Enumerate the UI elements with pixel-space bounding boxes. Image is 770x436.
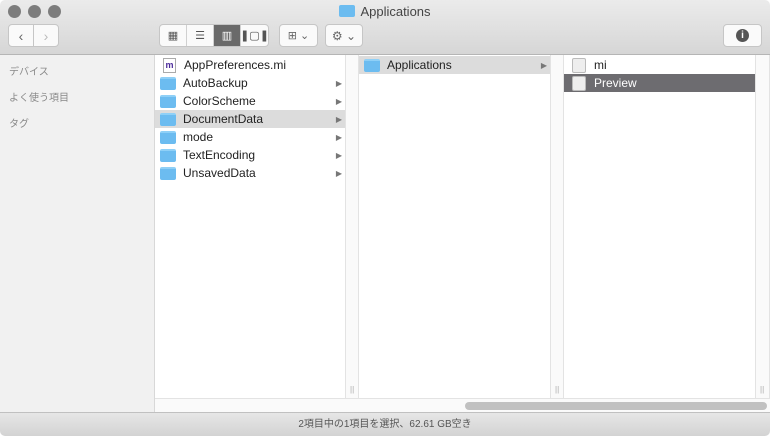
folder-icon xyxy=(160,166,176,180)
mi-document-icon: m xyxy=(163,57,176,73)
folder-icon xyxy=(160,94,176,108)
list-item[interactable]: m AppPreferences.mi xyxy=(155,56,345,74)
chevron-right-icon: ▶ xyxy=(335,168,342,178)
app-icon xyxy=(572,75,586,91)
list-item-selected[interactable]: Applications ▶ xyxy=(359,56,550,74)
info-icon: i xyxy=(736,29,749,42)
resize-grip[interactable]: || xyxy=(760,385,764,394)
item-label: UnsavedData xyxy=(183,166,256,180)
sidebar-section-tags[interactable]: タグ xyxy=(9,115,29,130)
list-item[interactable]: TextEncoding ▶ xyxy=(155,146,345,164)
arrange-button[interactable]: ⊞ ⌄ xyxy=(279,24,318,47)
chevron-right-icon: ▶ xyxy=(335,132,342,142)
folder-icon xyxy=(364,58,380,72)
item-label: Preview xyxy=(594,76,637,90)
column-1: m AppPreferences.mi AutoBackup ▶ ColorSche… xyxy=(155,55,345,398)
scrollbar-thumb[interactable] xyxy=(465,402,767,410)
action-gear-button[interactable]: ⚙ ⌄ xyxy=(325,24,363,47)
item-label: ColorScheme xyxy=(183,94,256,108)
column-resize-handle[interactable]: || xyxy=(755,55,770,398)
window-title: Applications xyxy=(0,4,770,19)
horizontal-scrollbar[interactable] xyxy=(155,398,770,412)
info-button[interactable]: i xyxy=(723,24,762,47)
toolbar: Applications ‹ › ▦ ☰ ▥ ❚▢❚ ⊞ ⌄ ⚙ ⌄ i xyxy=(0,0,770,55)
title-text: Applications xyxy=(360,4,431,19)
chevron-right-icon: ▶ xyxy=(335,96,342,106)
folder-icon xyxy=(160,76,176,90)
list-item[interactable]: AutoBackup ▶ xyxy=(155,74,345,92)
list-item-highlighted[interactable]: Preview xyxy=(564,74,755,92)
forward-button[interactable]: › xyxy=(33,24,59,47)
list-view-button[interactable]: ☰ xyxy=(187,25,214,46)
column-2: Applications ▶ xyxy=(359,55,550,398)
chevron-right-icon: ▶ xyxy=(335,150,342,160)
column-3: mi Preview xyxy=(564,55,755,398)
chevron-right-icon: ▶ xyxy=(335,78,342,88)
sidebar: デバイス よく使う項目 タグ xyxy=(0,55,155,412)
item-label: mi xyxy=(594,58,607,72)
sidebar-section-devices[interactable]: デバイス xyxy=(9,63,49,78)
chevron-right-icon: ▶ xyxy=(540,60,547,70)
folder-icon xyxy=(160,112,176,126)
list-item[interactable]: mi xyxy=(564,56,755,74)
gallery-view-button[interactable]: ❚▢❚ xyxy=(240,25,268,46)
resize-grip[interactable]: || xyxy=(350,385,354,394)
list-item[interactable]: ColorScheme ▶ xyxy=(155,92,345,110)
sidebar-section-favorites[interactable]: よく使う項目 xyxy=(9,89,69,104)
status-bar: 2項目中の1項目を選択、62.61 GB空き xyxy=(0,412,770,436)
back-button[interactable]: ‹ xyxy=(8,24,34,47)
app-icon xyxy=(572,57,586,73)
folder-icon xyxy=(160,130,176,144)
list-item-selected[interactable]: DocumentData ▶ xyxy=(155,110,345,128)
view-mode-control: ▦ ☰ ▥ ❚▢❚ xyxy=(159,24,269,47)
item-label: AppPreferences.mi xyxy=(184,58,287,72)
item-label: AutoBackup xyxy=(183,76,248,90)
status-text: 2項目中の1項目を選択、62.61 GB空き xyxy=(298,419,472,430)
chevron-right-icon: ▶ xyxy=(335,114,342,124)
list-item[interactable]: mode ▶ xyxy=(155,128,345,146)
resize-grip[interactable]: || xyxy=(555,385,559,394)
column-resize-handle[interactable]: || xyxy=(550,55,564,398)
finder-window: Applications ‹ › ▦ ☰ ▥ ❚▢❚ ⊞ ⌄ ⚙ ⌄ i デバイ… xyxy=(0,0,770,436)
column-view-button[interactable]: ▥ xyxy=(214,25,241,46)
list-item[interactable]: UnsavedData ▶ xyxy=(155,164,345,182)
folder-icon xyxy=(339,5,356,17)
icon-view-button[interactable]: ▦ xyxy=(160,25,187,46)
item-label: mode xyxy=(183,130,214,144)
column-resize-handle[interactable]: || xyxy=(345,55,359,398)
item-label: DocumentData xyxy=(183,112,264,126)
folder-icon xyxy=(160,148,176,162)
item-label: TextEncoding xyxy=(183,148,256,162)
item-label: Applications xyxy=(387,58,452,72)
